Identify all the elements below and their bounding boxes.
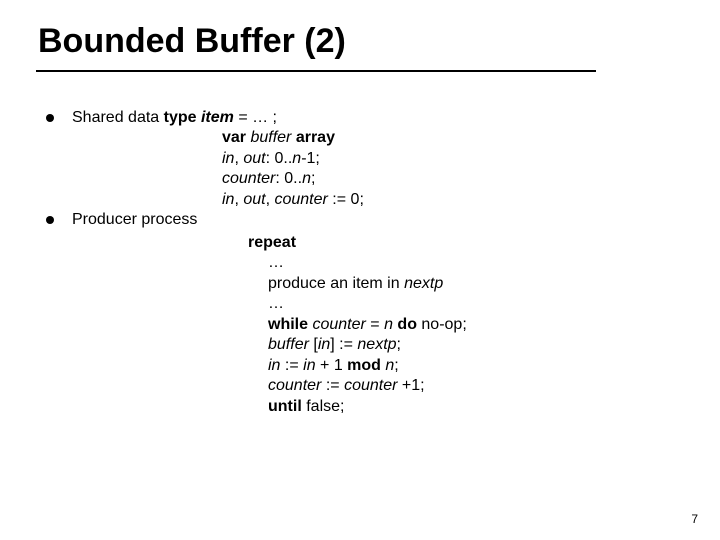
id-n: n <box>302 170 311 187</box>
kw-array: array <box>296 129 335 146</box>
text: := 0; <box>328 191 364 208</box>
code-line: produce an item in nextp <box>248 274 666 294</box>
text: = … ; <box>234 109 277 126</box>
code-line: … <box>248 294 666 314</box>
kw-mod: mod <box>347 357 385 374</box>
bullet-2-content: Producer process repeat … produce an ite… <box>72 210 666 417</box>
bullet-icon <box>46 114 54 122</box>
id-out: out <box>243 191 265 208</box>
text: produce an item in <box>268 275 404 292</box>
code-line: buffer [in] := nextp; <box>248 335 666 355</box>
text: ; <box>311 170 315 187</box>
id-in: in <box>222 191 234 208</box>
id-counter: counter <box>222 170 275 187</box>
kw-do: do <box>393 316 421 333</box>
id-counter: counter <box>344 377 397 394</box>
kw-while: while <box>268 316 312 333</box>
id-out: out <box>243 150 265 167</box>
producer-code: repeat … produce an item in nextp … whil… <box>72 233 666 417</box>
code-line: … <box>248 253 666 273</box>
text: : 0.. <box>266 150 293 167</box>
bullet-icon <box>46 216 54 224</box>
text: Shared data <box>72 109 164 126</box>
code-line: while counter = n do no-op; <box>248 315 666 335</box>
shared-data-line: Shared data type item = … ; <box>72 108 666 128</box>
code-line: in := in + 1 mod n; <box>248 356 666 376</box>
text: ; <box>397 336 401 353</box>
id-in: in <box>318 336 330 353</box>
text: ] := <box>330 336 357 353</box>
bullet-item-2: Producer process repeat … produce an ite… <box>46 210 666 417</box>
text: + 1 <box>316 357 348 374</box>
slide-title: Bounded Buffer (2) <box>38 22 346 61</box>
title-underline <box>36 70 596 72</box>
id-n: n <box>385 357 394 374</box>
text: : 0.. <box>275 170 302 187</box>
bullet-1-content: Shared data type item = … ; var buffer a… <box>72 108 666 210</box>
id-buffer: buffer <box>268 336 309 353</box>
id-in: in <box>268 357 280 374</box>
kw-var: var <box>222 129 250 146</box>
init-line: in, out, counter := 0; <box>72 190 666 210</box>
text: no-op; <box>421 316 466 333</box>
text: = <box>366 316 384 333</box>
inout-line: in, out: 0..n-1; <box>72 149 666 169</box>
id-buffer: buffer <box>250 129 295 146</box>
id-counter: counter <box>268 377 321 394</box>
text: [ <box>309 336 318 353</box>
id-item: item <box>201 109 234 126</box>
text: +1; <box>397 377 424 394</box>
kw-until: until <box>268 398 306 415</box>
code-line: repeat <box>248 233 666 253</box>
code-line: until false; <box>248 397 666 417</box>
text: , <box>234 150 243 167</box>
text: false; <box>306 398 344 415</box>
kw-repeat: repeat <box>248 234 296 251</box>
producer-head: Producer process <box>72 210 666 230</box>
id-in: in <box>303 357 315 374</box>
code-line: counter := counter +1; <box>248 376 666 396</box>
id-in: in <box>222 150 234 167</box>
id-nextp: nextp <box>404 275 443 292</box>
id-n: n <box>384 316 393 333</box>
kw-type: type <box>164 109 201 126</box>
slide-body: Shared data type item = … ; var buffer a… <box>46 108 666 417</box>
id-counter: counter <box>312 316 365 333</box>
slide: Bounded Buffer (2) Shared data type item… <box>0 0 720 540</box>
counter-line: counter: 0..n; <box>72 169 666 189</box>
text: := <box>321 377 344 394</box>
var-line: var buffer array <box>72 128 666 148</box>
text: -1; <box>301 150 320 167</box>
text: := <box>280 357 303 374</box>
text: ; <box>394 357 398 374</box>
page-number: 7 <box>691 512 698 526</box>
text: , <box>234 191 243 208</box>
bullet-item-1: Shared data type item = … ; var buffer a… <box>46 108 666 210</box>
id-n: n <box>292 150 301 167</box>
id-counter: counter <box>274 191 327 208</box>
id-nextp: nextp <box>357 336 396 353</box>
